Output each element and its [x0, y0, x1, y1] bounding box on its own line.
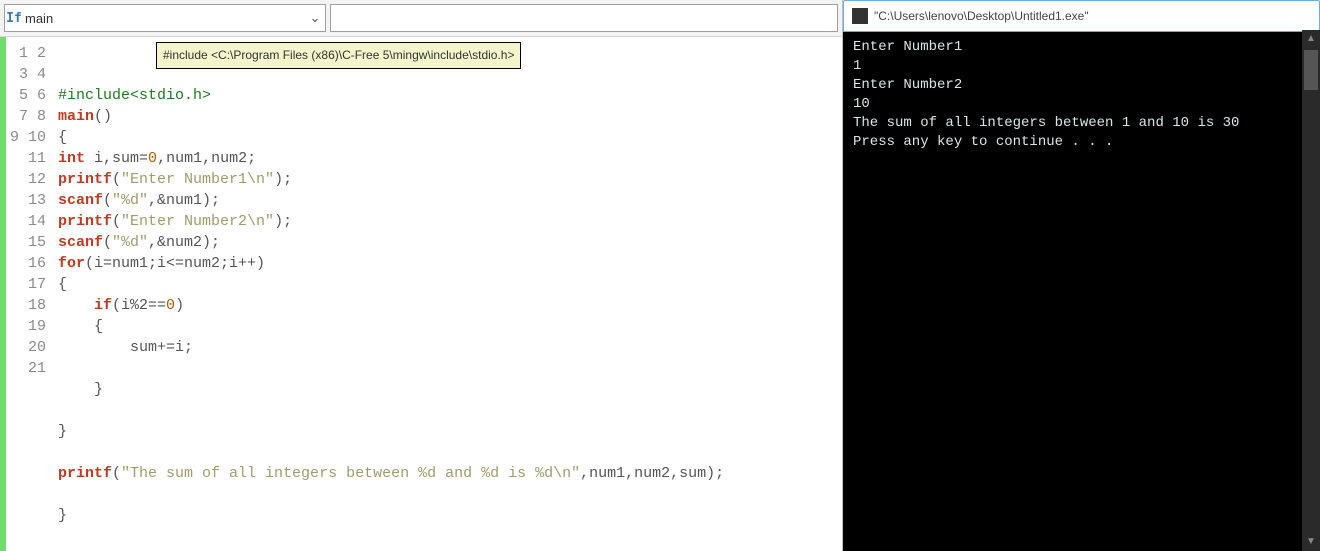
code-token: () [94, 108, 112, 125]
code-token: scanf [58, 234, 103, 251]
code-token: } [58, 423, 67, 440]
code-token: "The sum of all integers between %d and … [121, 465, 580, 482]
function-icon: If [5, 11, 23, 26]
code-token: scanf [58, 192, 103, 209]
code-token: ( [112, 465, 121, 482]
code-token: if [94, 297, 112, 314]
console-title-text: "C:\Users\lenovo\Desktop\Untitled1.exe" [874, 9, 1089, 23]
scroll-thumb[interactable] [1304, 50, 1318, 90]
ide-root: If main ⌄ 1 2 3 4 5 6 7 8 9 10 11 12 13 … [0, 0, 1320, 551]
console-output[interactable]: Enter Number1 1 Enter Number2 10 The sum… [843, 32, 1320, 551]
scope-dropdown[interactable]: If main ⌄ [4, 4, 326, 32]
console-app-icon [852, 8, 868, 24]
code-token: (i=num1;i<=num2;i++) [85, 255, 265, 272]
scope-dropdown-text: main [23, 11, 305, 26]
code-token: 0 [148, 150, 157, 167]
console-pane: "C:\Users\lenovo\Desktop\Untitled1.exe" … [843, 0, 1320, 551]
code-token: ); [274, 213, 292, 230]
console-line: Enter Number2 [853, 77, 962, 93]
chevron-down-icon: ⌄ [305, 10, 325, 26]
code-text[interactable]: #include <C:\Program Files (x86)\C-Free … [52, 37, 842, 551]
code-token: "Enter Number2\n" [121, 213, 274, 230]
code-token: int [58, 150, 85, 167]
code-token: { [58, 318, 103, 335]
console-line: Enter Number1 [853, 39, 962, 55]
code-token: ( [103, 234, 112, 251]
code-token: { [58, 129, 67, 146]
code-token: ,&num1); [148, 192, 220, 209]
code-token: ( [112, 171, 121, 188]
code-token: main [58, 108, 94, 125]
code-token: 0 [166, 297, 175, 314]
code-token: } [58, 381, 103, 398]
code-token: ); [274, 171, 292, 188]
code-token: ) [175, 297, 184, 314]
line-number-gutter: 1 2 3 4 5 6 7 8 9 10 11 12 13 14 15 16 1… [6, 37, 52, 551]
code-token: "%d" [112, 234, 148, 251]
editor-top-bar: If main ⌄ [0, 0, 842, 37]
member-dropdown[interactable] [330, 4, 838, 32]
console-line: The sum of all integers between 1 and 10… [853, 115, 1239, 131]
code-token: ( [112, 213, 121, 230]
code-token: ,num1,num2; [157, 150, 256, 167]
code-token [85, 150, 94, 167]
code-token: { [58, 276, 67, 293]
code-token: ,&num2); [148, 234, 220, 251]
console-scrollbar[interactable]: ▲ ▼ [1302, 30, 1320, 551]
console-line: 10 [853, 96, 870, 112]
code-token: ( [103, 192, 112, 209]
code-token: "Enter Number1\n" [121, 171, 274, 188]
include-tooltip: #include <C:\Program Files (x86)\C-Free … [156, 42, 521, 69]
editor-pane: If main ⌄ 1 2 3 4 5 6 7 8 9 10 11 12 13 … [0, 0, 843, 551]
console-line: 1 [853, 58, 861, 74]
code-token: ,num1,num2,sum); [580, 465, 724, 482]
code-token: #include<stdio.h> [58, 87, 211, 104]
code-token: printf [58, 213, 112, 230]
code-token: for [58, 255, 85, 272]
scroll-up-icon[interactable]: ▲ [1302, 30, 1320, 48]
console-line: Press any key to continue . . . [853, 134, 1113, 150]
code-token: printf [58, 171, 112, 188]
code-token: } [58, 507, 67, 524]
scroll-down-icon[interactable]: ▼ [1302, 533, 1320, 551]
code-token: sum+=i; [58, 339, 193, 356]
code-token: "%d" [112, 192, 148, 209]
code-token: i,sum= [94, 150, 148, 167]
code-token: (i%2== [112, 297, 166, 314]
code-token: printf [58, 465, 112, 482]
code-area[interactable]: 1 2 3 4 5 6 7 8 9 10 11 12 13 14 15 16 1… [0, 37, 842, 551]
console-titlebar[interactable]: "C:\Users\lenovo\Desktop\Untitled1.exe" [843, 0, 1320, 32]
